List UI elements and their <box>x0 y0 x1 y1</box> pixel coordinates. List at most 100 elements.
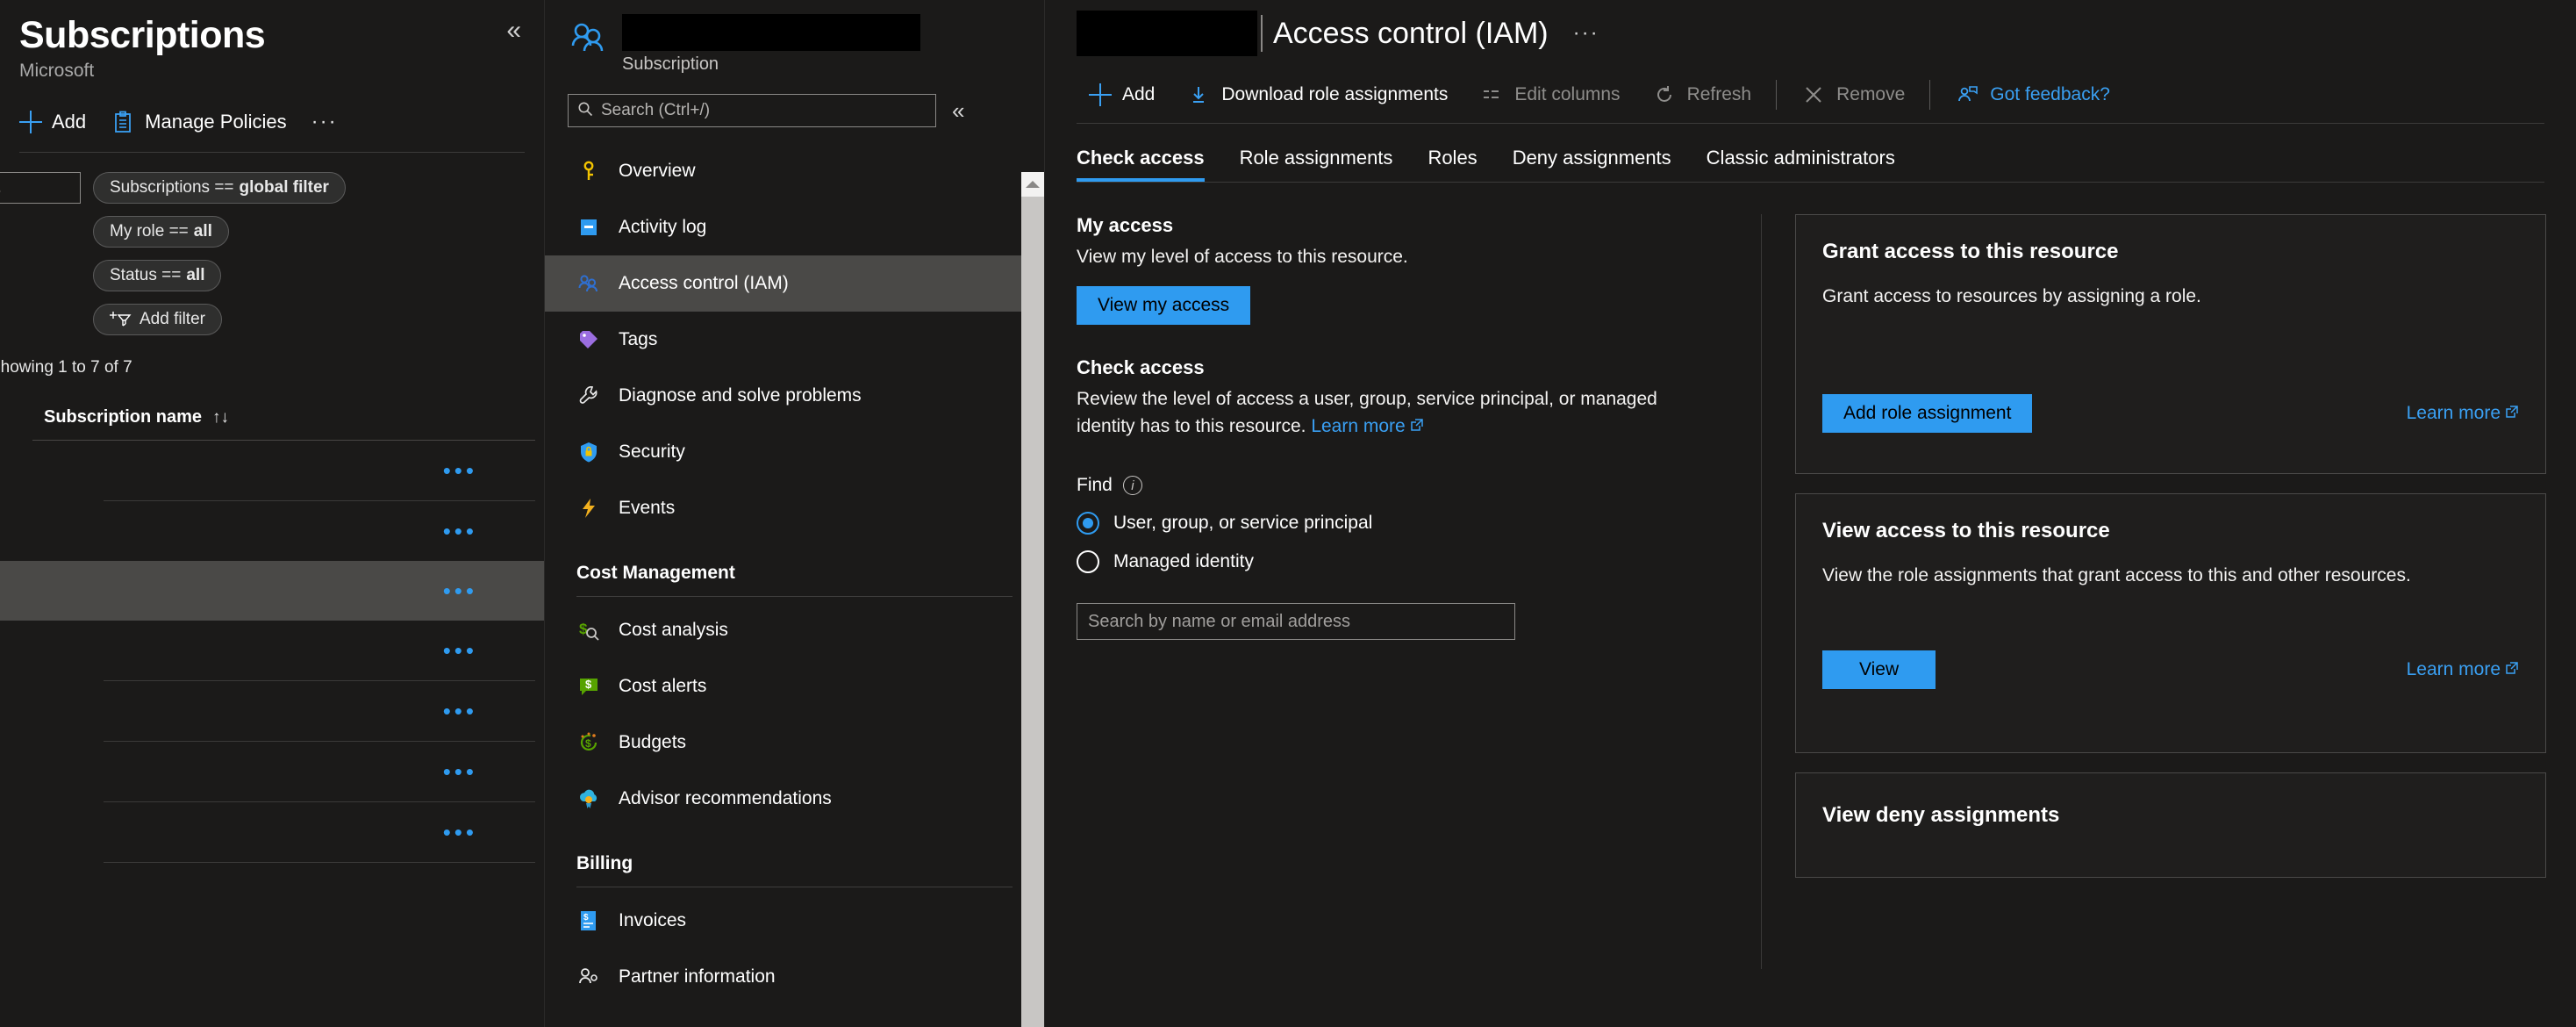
external-link-icon <box>1410 413 1424 440</box>
sidebar-item-tags[interactable]: Tags <box>545 312 1044 368</box>
add-filter-button[interactable]: Add filter <box>93 304 222 336</box>
sidebar-item-budgets[interactable]: $ Budgets <box>545 715 1044 771</box>
grant-access-description: Grant access to resources by assigning a… <box>1822 286 2201 306</box>
cost-analysis-icon: $ <box>576 618 601 643</box>
tab-role-assignments[interactable]: Role assignments <box>1222 147 1411 182</box>
my-access-heading: My access <box>1077 214 1174 236</box>
info-icon[interactable]: i <box>1122 476 1142 496</box>
row-context-menu[interactable]: ••• <box>443 700 477 722</box>
filter-pill-status[interactable]: Status == all <box>93 260 222 292</box>
table-row[interactable]: ••• <box>0 621 544 680</box>
budgets-icon: $ <box>576 730 601 755</box>
page-more-menu[interactable]: ··· <box>1573 21 1599 46</box>
sidebar-item-overview[interactable]: Overview <box>545 143 1044 199</box>
subscriptions-search-placeholder: Sear... <box>0 178 2 198</box>
filter-pill-value: all <box>186 266 205 285</box>
tab-roles[interactable]: Roles <box>1410 147 1494 182</box>
add-role-assignment-button[interactable]: Add role assignment <box>1822 394 2033 434</box>
sidebar-item-invoices[interactable]: $ Invoices <box>545 893 1044 949</box>
sidebar-item-label: Activity log <box>619 217 707 237</box>
subscriptions-command-bar: Add Manage Policies ··· <box>19 104 544 140</box>
sidebar-item-label: Tags <box>619 329 658 349</box>
subscriptions-more-menu[interactable]: ··· <box>311 110 338 134</box>
check-access-search-input[interactable]: Search by name or email address <box>1077 603 1515 641</box>
sidebar-item-access-control[interactable]: Access control (IAM) <box>545 255 1044 312</box>
resource-menu-list: Overview Activity log Access control (IA… <box>545 143 1044 1005</box>
resource-title-block: Subscription <box>622 12 920 75</box>
sidebar-item-events[interactable]: Events <box>545 480 1044 536</box>
filter-pill-value: all <box>193 222 212 241</box>
sort-arrows-icon[interactable]: ↑↓ <box>212 408 229 427</box>
radio-user-group-service-principal[interactable]: User, group, or service principal <box>1077 512 1712 535</box>
wrench-icon <box>576 384 601 408</box>
subscriptions-search-input[interactable]: Sear... <box>0 172 81 205</box>
table-row[interactable]: ••• <box>0 681 544 741</box>
view-access-heading: View access to this resource <box>1822 519 2110 542</box>
manage-policies-button[interactable]: Manage Policies <box>111 110 287 134</box>
view-deny-assignments-card: View deny assignments <box>1795 772 2546 878</box>
cost-alerts-icon: $ <box>576 674 601 699</box>
main-title-row: Access control (IAM) ··· <box>1045 0 2576 56</box>
sidebar-item-cost-alerts[interactable]: $ Cost alerts <box>545 658 1044 715</box>
remove-button[interactable]: Remove <box>1785 75 1921 114</box>
tab-check-access[interactable]: Check access <box>1077 147 1222 182</box>
subscriptions-blade: Subscriptions Microsoft « Add Manage Pol… <box>0 0 544 1027</box>
view-access-card: View access to this resource View the ro… <box>1795 493 2546 753</box>
grant-access-learn-more-link[interactable]: Learn more <box>2407 403 2519 424</box>
sidebar-item-partner-information[interactable]: Partner information <box>545 949 1044 1005</box>
resource-menu-search-input[interactable]: Search (Ctrl+/) <box>568 94 936 127</box>
row-context-menu[interactable]: ••• <box>443 459 477 482</box>
sidebar-item-cost-analysis[interactable]: $ Cost analysis <box>545 602 1044 658</box>
resource-menu-scrollbar[interactable] <box>1021 172 1044 1027</box>
view-access-learn-more-link[interactable]: Learn more <box>2407 659 2519 680</box>
resource-type-label: Subscription <box>622 54 719 74</box>
sidebar-item-label: Partner information <box>619 966 776 987</box>
tab-deny-assignments[interactable]: Deny assignments <box>1495 147 1689 182</box>
refresh-label: Refresh <box>1686 84 1752 104</box>
remove-label: Remove <box>1836 84 1906 104</box>
refresh-button[interactable]: Refresh <box>1636 75 1768 114</box>
column-header-label: Subscription name <box>44 407 203 427</box>
sidebar-item-diagnose[interactable]: Diagnose and solve problems <box>545 368 1044 424</box>
scroll-up-arrow-icon[interactable] <box>1021 172 1044 197</box>
add-subscription-button[interactable]: Add <box>19 111 86 134</box>
section-divider <box>576 596 1013 597</box>
filter-pill-my-role[interactable]: My role == all <box>93 216 229 248</box>
view-button[interactable]: View <box>1822 650 1936 690</box>
sidebar-item-activity-log[interactable]: Activity log <box>545 199 1044 255</box>
add-button[interactable]: Add <box>1073 75 1170 114</box>
table-row[interactable]: ••• <box>0 501 544 561</box>
page-title: Access control (IAM) <box>1273 16 1549 50</box>
row-context-menu[interactable]: ••• <box>443 579 477 602</box>
filter-pill-subscriptions[interactable]: Subscriptions == global filter <box>93 172 346 205</box>
sidebar-item-security[interactable]: Security <box>545 424 1044 480</box>
tab-classic-administrators[interactable]: Classic administrators <box>1689 147 1913 182</box>
sidebar-item-label: Budgets <box>619 732 687 752</box>
row-context-menu[interactable]: ••• <box>443 821 477 844</box>
table-row[interactable]: ••• <box>0 802 544 862</box>
add-button-label: Add <box>1122 84 1156 104</box>
table-row[interactable]: ••• <box>0 441 544 500</box>
chevron-double-left-icon[interactable]: « <box>506 18 521 44</box>
view-my-access-button[interactable]: View my access <box>1077 286 1251 326</box>
refresh-icon <box>1652 83 1677 107</box>
svg-text:$: $ <box>585 678 592 691</box>
radio-managed-identity[interactable]: Managed identity <box>1077 550 1712 574</box>
row-context-menu[interactable]: ••• <box>443 760 477 783</box>
sidebar-section-cost-management: Cost Management <box>576 563 735 583</box>
edit-columns-label: Edit columns <box>1514 84 1621 104</box>
chevron-double-left-icon[interactable]: « <box>952 99 964 122</box>
check-access-learn-more-link[interactable]: Learn more <box>1311 416 1423 436</box>
row-context-menu[interactable]: ••• <box>443 520 477 542</box>
download-role-assignments-button[interactable]: Download role assignments <box>1170 75 1463 114</box>
table-row[interactable]: ••• <box>0 742 544 801</box>
subscription-name-column-header[interactable]: Subscription name ↑↓ <box>44 407 544 427</box>
filter-row: Sear... Subscriptions == global filter M… <box>0 172 544 336</box>
toolbar-separator <box>1776 80 1778 110</box>
table-row[interactable]: ••• <box>0 561 544 621</box>
row-context-menu[interactable]: ••• <box>443 639 477 662</box>
close-x-icon <box>1801 83 1826 107</box>
got-feedback-button[interactable]: Got feedback? <box>1939 75 2126 114</box>
sidebar-item-advisor-recommendations[interactable]: Advisor recommendations <box>545 771 1044 827</box>
edit-columns-button[interactable]: Edit columns <box>1463 75 1635 114</box>
